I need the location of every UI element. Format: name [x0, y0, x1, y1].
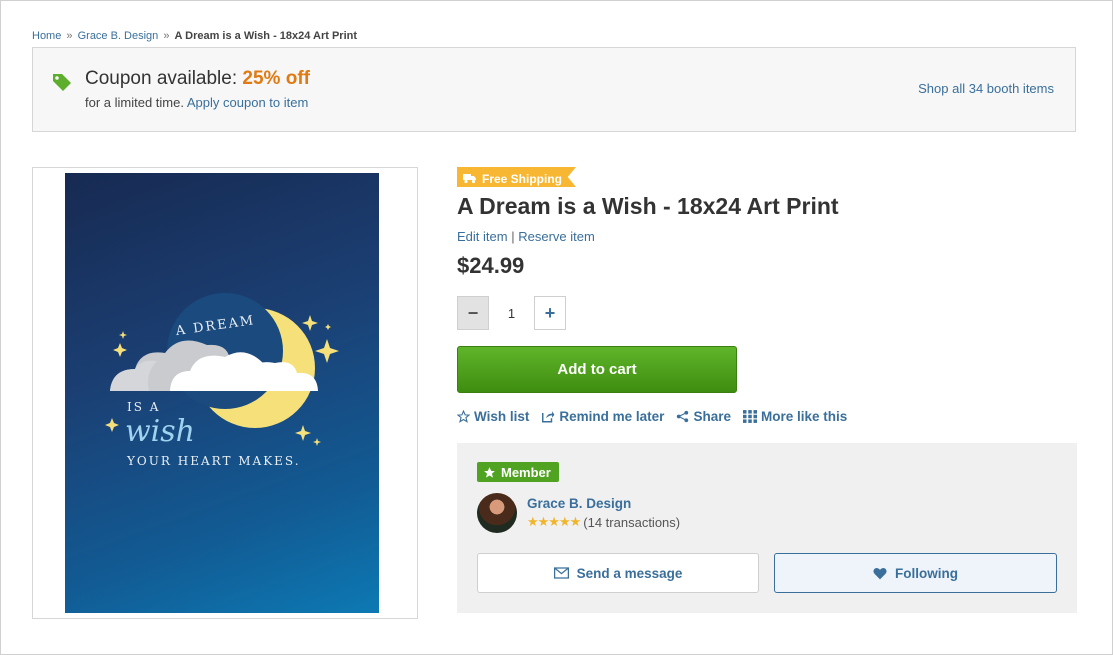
seller-avatar[interactable] — [477, 493, 517, 533]
poster-line3: wish — [125, 414, 195, 449]
remind-me-label: Remind me later — [559, 409, 665, 424]
quantity-value[interactable]: 1 — [489, 306, 534, 321]
heart-icon — [873, 567, 887, 579]
more-like-this-action[interactable]: More like this — [742, 409, 848, 424]
following-label: Following — [895, 565, 958, 581]
member-label: Member — [501, 464, 551, 480]
add-to-cart-button[interactable]: Add to cart — [457, 346, 737, 393]
envelope-icon — [553, 567, 569, 579]
member-badge: Member — [477, 462, 559, 482]
rating-stars-icon: ★★★★★ — [527, 514, 581, 529]
coupon-sub-prefix: for a limited time. — [85, 95, 184, 110]
remind-me-action[interactable]: Remind me later — [541, 409, 664, 424]
quantity-increase-button[interactable]: + — [534, 296, 566, 330]
following-button[interactable]: Following — [774, 553, 1057, 593]
share-label: Share — [693, 409, 731, 424]
breadcrumb-separator: » — [163, 30, 170, 42]
reserve-item-link[interactable]: Reserve item — [518, 229, 595, 244]
poster-line4: YOUR HEART MAKES. — [126, 454, 301, 468]
seller-panel: Member Grace B. Design ★★★★★ (14 transac… — [457, 443, 1077, 613]
more-like-this-label: More like this — [760, 409, 848, 424]
edit-item-link[interactable]: Edit item — [457, 229, 508, 244]
share-action[interactable]: Share — [676, 409, 731, 424]
edit-links: Edit item | Reserve item — [457, 229, 595, 244]
coupon-percent: 25% off — [242, 68, 310, 89]
wish-list-action[interactable]: Wish list — [457, 409, 529, 424]
coupon-subtitle: for a limited time. Apply coupon to item — [85, 95, 308, 110]
remind-share-icon — [542, 411, 555, 423]
share-icon — [677, 410, 689, 423]
send-message-label: Send a message — [576, 565, 683, 581]
shop-all-link[interactable]: Shop all 34 booth items — [918, 81, 1054, 96]
edit-links-divider: | — [511, 229, 515, 244]
poster-line2: IS A — [127, 400, 160, 414]
breadcrumb-home-link[interactable]: Home — [32, 30, 61, 42]
grid-icon — [742, 410, 757, 423]
tag-icon — [53, 74, 71, 91]
wish-list-label: Wish list — [474, 409, 530, 424]
product-image: A DREAM IS A wish YOUR HEART MAKES. — [65, 173, 379, 613]
seller-rating: ★★★★★ (14 transactions) — [527, 514, 680, 530]
breadcrumb-booth-link[interactable]: Grace B. Design — [78, 30, 159, 42]
poster-artwork: A DREAM IS A wish YOUR HEART MAKES. — [105, 293, 339, 468]
free-shipping-badge: Free Shipping — [457, 167, 577, 187]
transactions-count[interactable]: (14 transactions) — [583, 515, 680, 530]
seller-name-link[interactable]: Grace B. Design — [527, 496, 631, 511]
star-icon — [484, 466, 495, 478]
product-image-frame[interactable]: A DREAM IS A wish YOUR HEART MAKES. — [32, 167, 418, 619]
coupon-title-prefix: Coupon available: — [85, 68, 238, 89]
product-price: $24.99 — [457, 253, 525, 278]
star-outline-icon — [457, 410, 470, 423]
apply-coupon-link[interactable]: Apply coupon to item — [187, 95, 308, 110]
send-message-button[interactable]: Send a message — [477, 553, 759, 593]
breadcrumb: Home » Grace B. Design » A Dream is a Wi… — [32, 30, 357, 42]
coupon-title: Coupon available: 25% off — [85, 68, 310, 90]
product-title: A Dream is a Wish - 18x24 Art Print — [457, 193, 839, 219]
quantity-decrease-button[interactable]: − — [457, 296, 489, 330]
truck-icon — [463, 174, 476, 184]
breadcrumb-separator: » — [66, 30, 73, 42]
free-shipping-label: Free Shipping — [482, 171, 563, 186]
coupon-banner: Coupon available: 25% off for a limited … — [32, 47, 1076, 132]
quantity-stepper: − 1 + — [457, 296, 566, 330]
item-actions: Wish list Remind me later Share More lik… — [457, 409, 847, 424]
breadcrumb-current: A Dream is a Wish - 18x24 Art Print — [174, 30, 358, 42]
